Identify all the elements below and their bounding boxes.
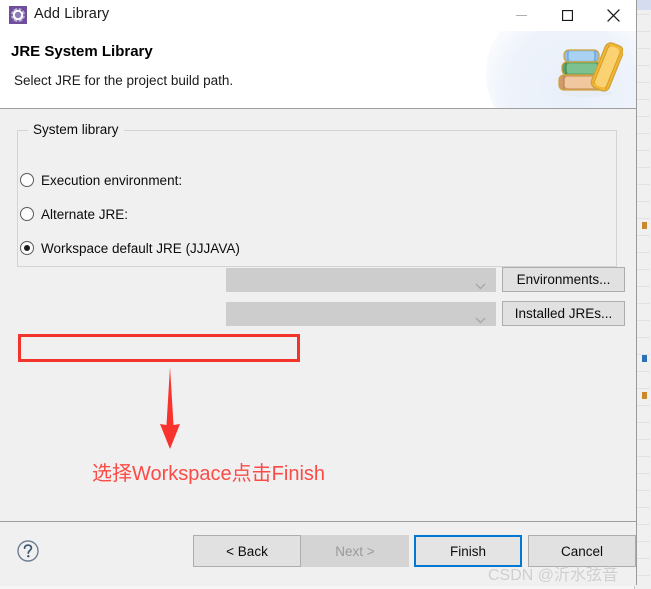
background-row-separator [636,507,650,508]
background-row-separator [636,48,650,49]
add-library-dialog: Add Library JRE System Library Select JR… [0,0,637,586]
background-row-separator [636,439,650,440]
radio-label-workspace-default-jre: Workspace default JRE (JJJAVA) [41,240,240,256]
background-row-separator [636,473,650,474]
background-row-separator [636,82,650,83]
background-row-separator [636,320,650,321]
eclipse-library-icon [9,6,27,24]
down-arrow-icon [152,367,188,449]
system-library-legend: System library [28,122,124,137]
annotation-text: 选择Workspace点击Finish [92,463,326,485]
chevron-down-icon [475,278,486,293]
background-row-separator [636,150,650,151]
radio-row-workspace-default-jre[interactable]: Workspace default JRE (JJJAVA) [20,235,240,261]
execution-environment-dropdown [226,268,496,292]
background-row-separator [636,99,650,100]
close-button[interactable] [590,0,636,31]
background-row-separator [636,303,650,304]
chevron-down-icon [475,312,486,327]
background-row-separator [636,14,650,15]
back-button[interactable]: < Back [193,535,301,567]
background-row-separator [636,558,650,559]
background-row-separator [636,575,650,576]
background-row-separator [636,405,650,406]
next-button: Next > [301,535,409,567]
background-row-separator [636,371,650,372]
environments-button[interactable]: Environments... [502,267,625,292]
dialog-content: System library Execution environment: Al… [0,109,636,521]
minimize-icon [515,15,527,16]
radio-execution-environment[interactable] [20,173,34,187]
background-row-separator [636,167,650,168]
dialog-header: JRE System Library Select JRE for the pr… [0,31,636,109]
background-row-separator [636,456,650,457]
dialog-title: Add Library [34,6,110,22]
close-icon [606,9,620,22]
radio-row-execution-environment[interactable]: Execution environment: [20,167,182,193]
background-row-separator [636,218,650,219]
background-row-separator [636,116,650,117]
maximize-icon [561,10,573,21]
background-row-separator [636,337,650,338]
cancel-button[interactable]: Cancel [528,535,636,567]
background-window-titlebar [635,0,651,10]
maximize-button[interactable] [544,0,590,31]
radio-workspace-default-jre[interactable] [20,241,34,255]
books-stack-icon [551,37,624,101]
background-row-separator [636,201,650,202]
background-row-separator [636,541,650,542]
radio-alternate-jre[interactable] [20,207,34,221]
dialog-titlebar[interactable]: Add Library [0,0,636,31]
background-row-separator [636,235,650,236]
page-title: JRE System Library [11,43,153,60]
background-row-separator [636,252,650,253]
background-tree-icon [642,392,647,399]
background-row-separator [636,184,650,185]
page-subtitle: Select JRE for the project build path. [14,73,234,88]
background-row-separator [636,286,650,287]
minimize-button[interactable] [498,0,544,31]
question-mark-icon[interactable] [16,539,40,563]
background-row-separator [636,269,650,270]
finish-button[interactable]: Finish [414,535,522,567]
dialog-footer: < Back Next > Finish Cancel [0,521,636,586]
installed-jres-button[interactable]: Installed JREs... [502,301,625,326]
radio-row-alternate-jre[interactable]: Alternate JRE: [20,201,128,227]
background-tree-icon [642,222,647,229]
background-row-separator [636,422,650,423]
radio-label-alternate-jre: Alternate JRE: [41,206,129,222]
background-row-separator [636,490,650,491]
alternate-jre-dropdown [226,302,496,326]
background-row-separator [636,524,650,525]
background-row-separator [636,388,650,389]
background-tree-icon [642,355,647,362]
background-row-separator [636,31,650,32]
background-row-separator [636,65,650,66]
background-row-separator [636,133,650,134]
annotation-highlight-box [18,334,300,362]
radio-label-execution-environment: Execution environment: [41,172,183,188]
